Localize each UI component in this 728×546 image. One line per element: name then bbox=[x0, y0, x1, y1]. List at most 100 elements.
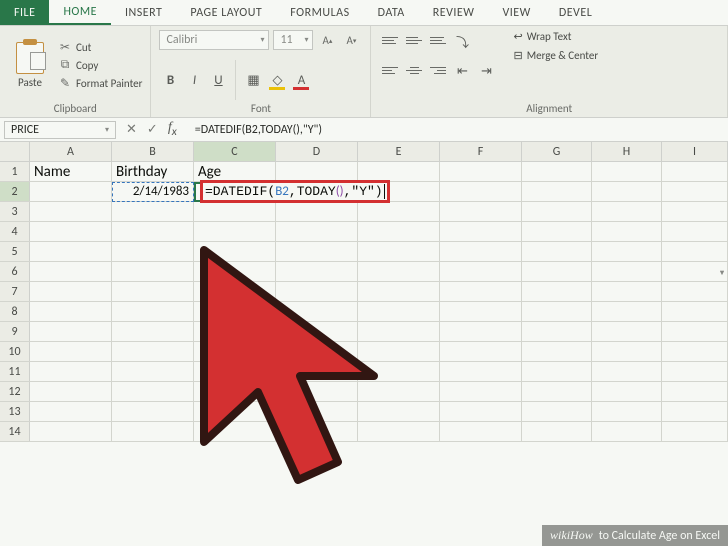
cell-D7[interactable] bbox=[276, 282, 358, 301]
cell-A10[interactable] bbox=[30, 342, 112, 361]
cell-H13[interactable] bbox=[592, 402, 662, 421]
tab-view[interactable]: VIEW bbox=[488, 0, 544, 25]
row-header-11[interactable]: 11 bbox=[0, 362, 30, 381]
row-header-14[interactable]: 14 bbox=[0, 422, 30, 441]
cell-A9[interactable] bbox=[30, 322, 112, 341]
cell-G5[interactable] bbox=[522, 242, 592, 261]
align-center-button[interactable] bbox=[403, 60, 425, 80]
cell-A7[interactable] bbox=[30, 282, 112, 301]
cell-I7[interactable] bbox=[662, 282, 728, 301]
cell-I2[interactable] bbox=[662, 182, 728, 201]
cell-H6[interactable] bbox=[592, 262, 662, 281]
cell-A8[interactable] bbox=[30, 302, 112, 321]
row-header-8[interactable]: 8 bbox=[0, 302, 30, 321]
cell-G12[interactable] bbox=[522, 382, 592, 401]
cell-D3[interactable] bbox=[276, 202, 358, 221]
cell-G7[interactable] bbox=[522, 282, 592, 301]
select-all-corner[interactable] bbox=[0, 142, 30, 161]
cell-F6[interactable] bbox=[440, 262, 522, 281]
cell-G8[interactable] bbox=[522, 302, 592, 321]
cell-A1[interactable]: Name bbox=[30, 162, 112, 181]
enter-formula-button[interactable]: ✓ bbox=[147, 122, 158, 137]
align-bottom-button[interactable] bbox=[427, 30, 449, 50]
cell-C3[interactable] bbox=[194, 202, 276, 221]
name-box[interactable]: PRICE ▾ bbox=[4, 121, 116, 139]
cell-E3[interactable] bbox=[358, 202, 440, 221]
cell-G11[interactable] bbox=[522, 362, 592, 381]
cell-F11[interactable] bbox=[440, 362, 522, 381]
cell-I10[interactable] bbox=[662, 342, 728, 361]
cell-G2[interactable] bbox=[522, 182, 592, 201]
cell-C1[interactable]: Age bbox=[194, 162, 276, 181]
cell-D10[interactable] bbox=[276, 342, 358, 361]
cell-B8[interactable] bbox=[112, 302, 194, 321]
row-header-1[interactable]: 1 bbox=[0, 162, 30, 181]
align-right-button[interactable] bbox=[427, 60, 449, 80]
cell-G4[interactable] bbox=[522, 222, 592, 241]
cell-D6[interactable] bbox=[276, 262, 358, 281]
row-header-10[interactable]: 10 bbox=[0, 342, 30, 361]
cell-E7[interactable] bbox=[358, 282, 440, 301]
font-color-button[interactable]: A bbox=[290, 69, 312, 91]
cell-C6[interactable] bbox=[194, 262, 276, 281]
font-size-select[interactable]: 11▾ bbox=[273, 30, 313, 50]
col-header-E[interactable]: E bbox=[358, 142, 440, 161]
align-middle-button[interactable] bbox=[403, 30, 425, 50]
cell-I13[interactable] bbox=[662, 402, 728, 421]
cell-H8[interactable] bbox=[592, 302, 662, 321]
italic-button[interactable]: I bbox=[183, 69, 205, 91]
cell-F1[interactable] bbox=[440, 162, 522, 181]
cell-B3[interactable] bbox=[112, 202, 194, 221]
cell-D14[interactable] bbox=[276, 422, 358, 441]
tab-insert[interactable]: INSERT bbox=[111, 0, 176, 25]
cell-I5[interactable] bbox=[662, 242, 728, 261]
bold-button[interactable]: B bbox=[159, 69, 181, 91]
cell-C5[interactable] bbox=[194, 242, 276, 261]
tab-developer[interactable]: DEVEL bbox=[545, 0, 606, 25]
row-header-3[interactable]: 3 bbox=[0, 202, 30, 221]
cell-I12[interactable] bbox=[662, 382, 728, 401]
fx-icon[interactable]: fx bbox=[168, 120, 177, 139]
cell-B11[interactable] bbox=[112, 362, 194, 381]
increase-font-button[interactable]: A▴ bbox=[317, 30, 337, 50]
row-header-13[interactable]: 13 bbox=[0, 402, 30, 421]
row-header-6[interactable]: 6 bbox=[0, 262, 30, 281]
cell-B12[interactable] bbox=[112, 382, 194, 401]
orientation-button[interactable]: ⤵ bbox=[451, 30, 473, 52]
decrease-indent-button[interactable]: ⇤ bbox=[451, 60, 473, 82]
cell-B10[interactable] bbox=[112, 342, 194, 361]
copy-button[interactable]: ⧉Copy▾ bbox=[58, 58, 142, 72]
cell-I9[interactable] bbox=[662, 322, 728, 341]
cell-H3[interactable] bbox=[592, 202, 662, 221]
cell-F13[interactable] bbox=[440, 402, 522, 421]
cell-C9[interactable] bbox=[194, 322, 276, 341]
cell-E8[interactable] bbox=[358, 302, 440, 321]
increase-indent-button[interactable]: ⇥ bbox=[475, 60, 497, 82]
col-header-G[interactable]: G bbox=[522, 142, 592, 161]
row-header-5[interactable]: 5 bbox=[0, 242, 30, 261]
tab-home[interactable]: HOME bbox=[49, 0, 111, 25]
tab-data[interactable]: DATA bbox=[364, 0, 419, 25]
cell-E13[interactable] bbox=[358, 402, 440, 421]
cell-F9[interactable] bbox=[440, 322, 522, 341]
cell-B9[interactable] bbox=[112, 322, 194, 341]
cell-F14[interactable] bbox=[440, 422, 522, 441]
cell-A11[interactable] bbox=[30, 362, 112, 381]
cell-E4[interactable] bbox=[358, 222, 440, 241]
tab-review[interactable]: REVIEW bbox=[419, 0, 489, 25]
cell-B14[interactable] bbox=[112, 422, 194, 441]
cell-A6[interactable] bbox=[30, 262, 112, 281]
paste-button[interactable]: Paste bbox=[8, 30, 52, 100]
cell-E6[interactable] bbox=[358, 262, 440, 281]
cell-C13[interactable] bbox=[194, 402, 276, 421]
cell-D8[interactable] bbox=[276, 302, 358, 321]
cell-D13[interactable] bbox=[276, 402, 358, 421]
cell-G13[interactable] bbox=[522, 402, 592, 421]
col-header-C[interactable]: C bbox=[194, 142, 276, 161]
cell-H14[interactable] bbox=[592, 422, 662, 441]
cell-C11[interactable] bbox=[194, 362, 276, 381]
cell-H4[interactable] bbox=[592, 222, 662, 241]
cell-E12[interactable] bbox=[358, 382, 440, 401]
cell-E14[interactable] bbox=[358, 422, 440, 441]
cell-I3[interactable] bbox=[662, 202, 728, 221]
